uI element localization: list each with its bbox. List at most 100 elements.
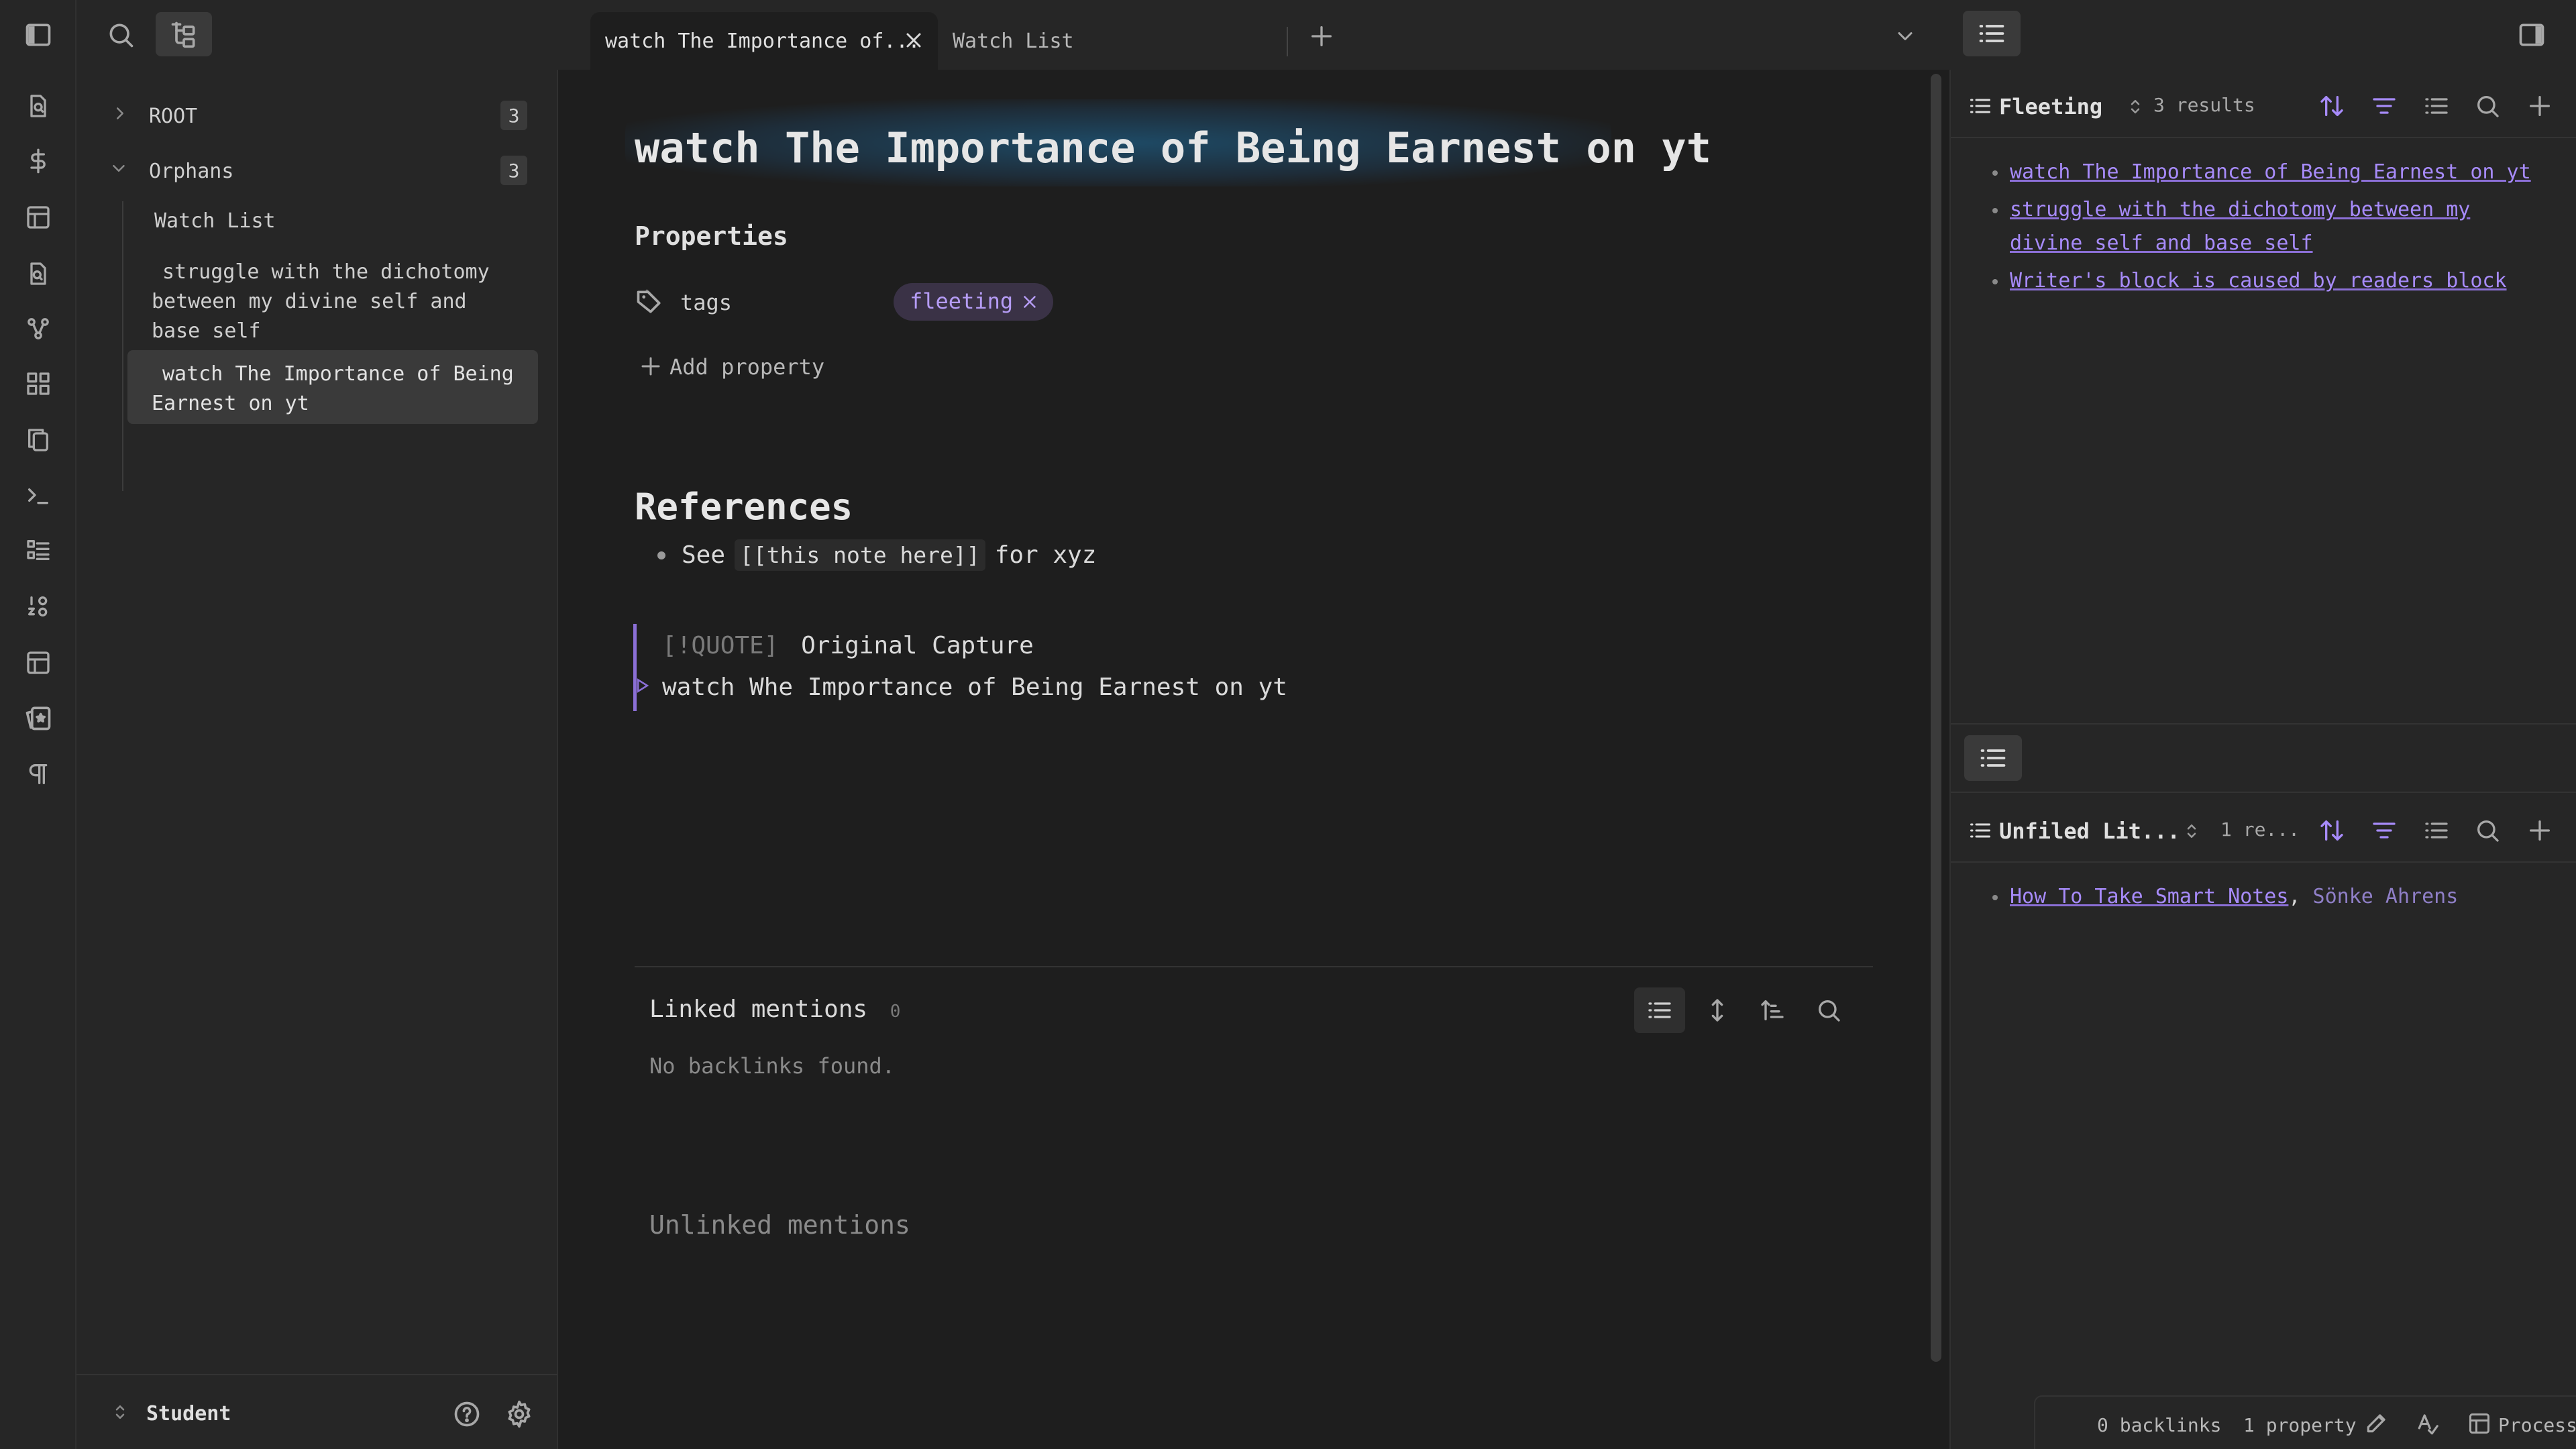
process-layout-icon[interactable] [2467, 1411, 2491, 1436]
filter-icon[interactable] [2367, 89, 2402, 123]
bullet-dot [657, 551, 665, 559]
folder-label: ROOT [149, 105, 198, 128]
view-selector-unfiled[interactable]: Unfiled Lit... [1968, 812, 2210, 849]
callout-body: watch Whe Importance of Being Earnest on… [662, 674, 1287, 701]
linked-mentions-header[interactable]: Linked mentions 0 [649, 996, 900, 1023]
search-backlinks-icon[interactable] [1810, 991, 1847, 1029]
flashcards-icon[interactable] [19, 699, 57, 737]
tab-divider [1287, 27, 1288, 56]
pilcrow-icon[interactable] [19, 755, 57, 793]
bullet-dot [1992, 895, 1998, 900]
folder-root[interactable]: ROOT 3 [106, 94, 562, 142]
table-layout-icon[interactable] [19, 199, 57, 236]
terminal-icon[interactable] [19, 476, 57, 514]
status-bar: 0 backlinks 1 property Process [2034, 1395, 2576, 1449]
folder-label: Orphans [149, 160, 234, 183]
result-link[interactable]: watch The Importance of Being Earnest on… [2010, 160, 2531, 184]
settings-gear-icon[interactable] [502, 1397, 537, 1432]
list-item[interactable]: struggle with the dichotomy between my d… [1991, 193, 2548, 260]
bullet-dot [1992, 279, 1998, 284]
file-search-icon[interactable] [19, 255, 57, 292]
new-tab-icon[interactable] [1303, 17, 1340, 55]
search-icon[interactable] [2470, 89, 2505, 123]
tree-indent-guide [122, 201, 123, 491]
tag-pill[interactable]: fleeting [894, 283, 1054, 321]
status-process[interactable]: Process [2498, 1414, 2576, 1436]
list-item[interactable]: Writer's block is caused by readers bloc… [1991, 264, 2548, 298]
linked-mentions-label: Linked mentions [649, 996, 868, 1023]
tags-icon [637, 289, 661, 313]
callout-title: Original Capture [801, 632, 1034, 659]
property-key-tags[interactable]: tags [635, 283, 903, 321]
note-title[interactable]: watch The Importance of Being Earnest on… [635, 123, 1711, 172]
results-count: 3 results [2153, 94, 2255, 116]
properties-heading[interactable]: Properties [635, 221, 788, 251]
result-link[interactable]: struggle with the dichotomy between my d… [2010, 198, 2470, 255]
remove-tag-icon[interactable] [1020, 292, 1040, 312]
chevron-right-icon [117, 107, 123, 119]
dollar-icon[interactable] [19, 142, 57, 180]
graph-view-icon[interactable] [19, 310, 57, 347]
search-icon[interactable] [102, 16, 140, 54]
add-property-button[interactable]: Add property [639, 347, 853, 385]
expand-context-icon[interactable] [1699, 991, 1736, 1029]
list-item[interactable]: watch The Importance of Being Earnest on… [1991, 156, 2548, 189]
result-link[interactable]: Writer's block is caused by readers bloc… [2010, 269, 2507, 292]
add-icon[interactable] [2522, 89, 2557, 123]
tab-active-note[interactable]: watch The Importance of... [590, 12, 938, 70]
sort-icon[interactable] [2314, 89, 2349, 123]
quote-callout[interactable]: [!QUOTE] Original Capture watch Whe Impo… [633, 624, 1505, 711]
copy-files-icon[interactable] [19, 421, 57, 459]
pane-split-divider[interactable] [1951, 723, 2576, 724]
edit-mode-icon[interactable] [2364, 1410, 2390, 1436]
tab-watch-list[interactable]: Watch List [938, 12, 1287, 70]
collapse-results-icon[interactable] [1634, 987, 1685, 1033]
chevron-updown-icon [2131, 100, 2140, 113]
status-backlinks[interactable]: 0 backlinks [2097, 1414, 2221, 1436]
note-editor: watch The Importance of Being Earnest on… [558, 70, 1949, 1449]
outline-list-icon[interactable] [1964, 735, 2022, 781]
vault-switcher[interactable]: Student [106, 1394, 374, 1432]
folder-orphans[interactable]: Orphans 3 [106, 149, 562, 197]
filter-icon[interactable] [2367, 813, 2402, 848]
help-icon[interactable] [449, 1397, 484, 1432]
tag-label: fleeting [910, 288, 1014, 314]
outline-list-icon[interactable] [1963, 11, 2021, 56]
number-list-icon[interactable] [19, 588, 57, 625]
list-view-icon[interactable] [2419, 813, 2454, 848]
layout-icon[interactable] [19, 644, 57, 682]
file-label: Watch List [154, 209, 276, 233]
plus-icon [641, 357, 660, 376]
panel-divider [1951, 792, 2576, 793]
file-explorer: ROOT 3 Orphans 3 Watch List struggle wit… [76, 70, 558, 1374]
list-item[interactable]: How To Take Smart Notes, Sönke Ahrens [1991, 880, 2555, 914]
toggle-left-sidebar-icon[interactable] [19, 16, 57, 54]
add-icon[interactable] [2522, 813, 2557, 848]
fold-arrow-icon[interactable] [635, 678, 650, 694]
view-selector-fleeting[interactable]: Fleeting [1968, 87, 2140, 125]
reference-bullet[interactable]: See [[this note here]] for xyz [657, 539, 1096, 571]
search-icon[interactable] [2470, 813, 2505, 848]
unlinked-mentions-header[interactable]: Unlinked mentions [649, 1210, 910, 1240]
list-view-icon[interactable] [2419, 89, 2454, 123]
callout-marker: [!QUOTE] [662, 632, 779, 659]
document-search-icon[interactable] [19, 87, 57, 125]
sort-icon[interactable] [2314, 813, 2349, 848]
references-heading[interactable]: References [635, 486, 853, 528]
file-item-active[interactable]: watch The Importance of Being Earnest on… [127, 350, 538, 424]
chevron-updown-icon [115, 1405, 125, 1419]
file-tree-icon[interactable] [156, 12, 212, 56]
status-properties[interactable]: 1 property [2243, 1414, 2357, 1436]
toggle-right-sidebar-icon[interactable] [2513, 16, 2551, 54]
dashboard-icon[interactable] [19, 365, 57, 402]
list-checks-icon[interactable] [19, 531, 57, 569]
tab-list-chevron-icon[interactable] [1888, 19, 1923, 54]
close-tab-icon[interactable] [902, 28, 926, 52]
sort-icon[interactable] [1754, 991, 1791, 1029]
spellcheck-icon[interactable] [2415, 1410, 2440, 1436]
list-icon [1970, 99, 1990, 113]
editor-scrollbar[interactable] [1931, 74, 1941, 1362]
result-link[interactable]: How To Take Smart Notes [2010, 885, 2288, 908]
file-item[interactable]: Watch List [127, 201, 538, 247]
view-name: Fleeting [1999, 94, 2103, 119]
